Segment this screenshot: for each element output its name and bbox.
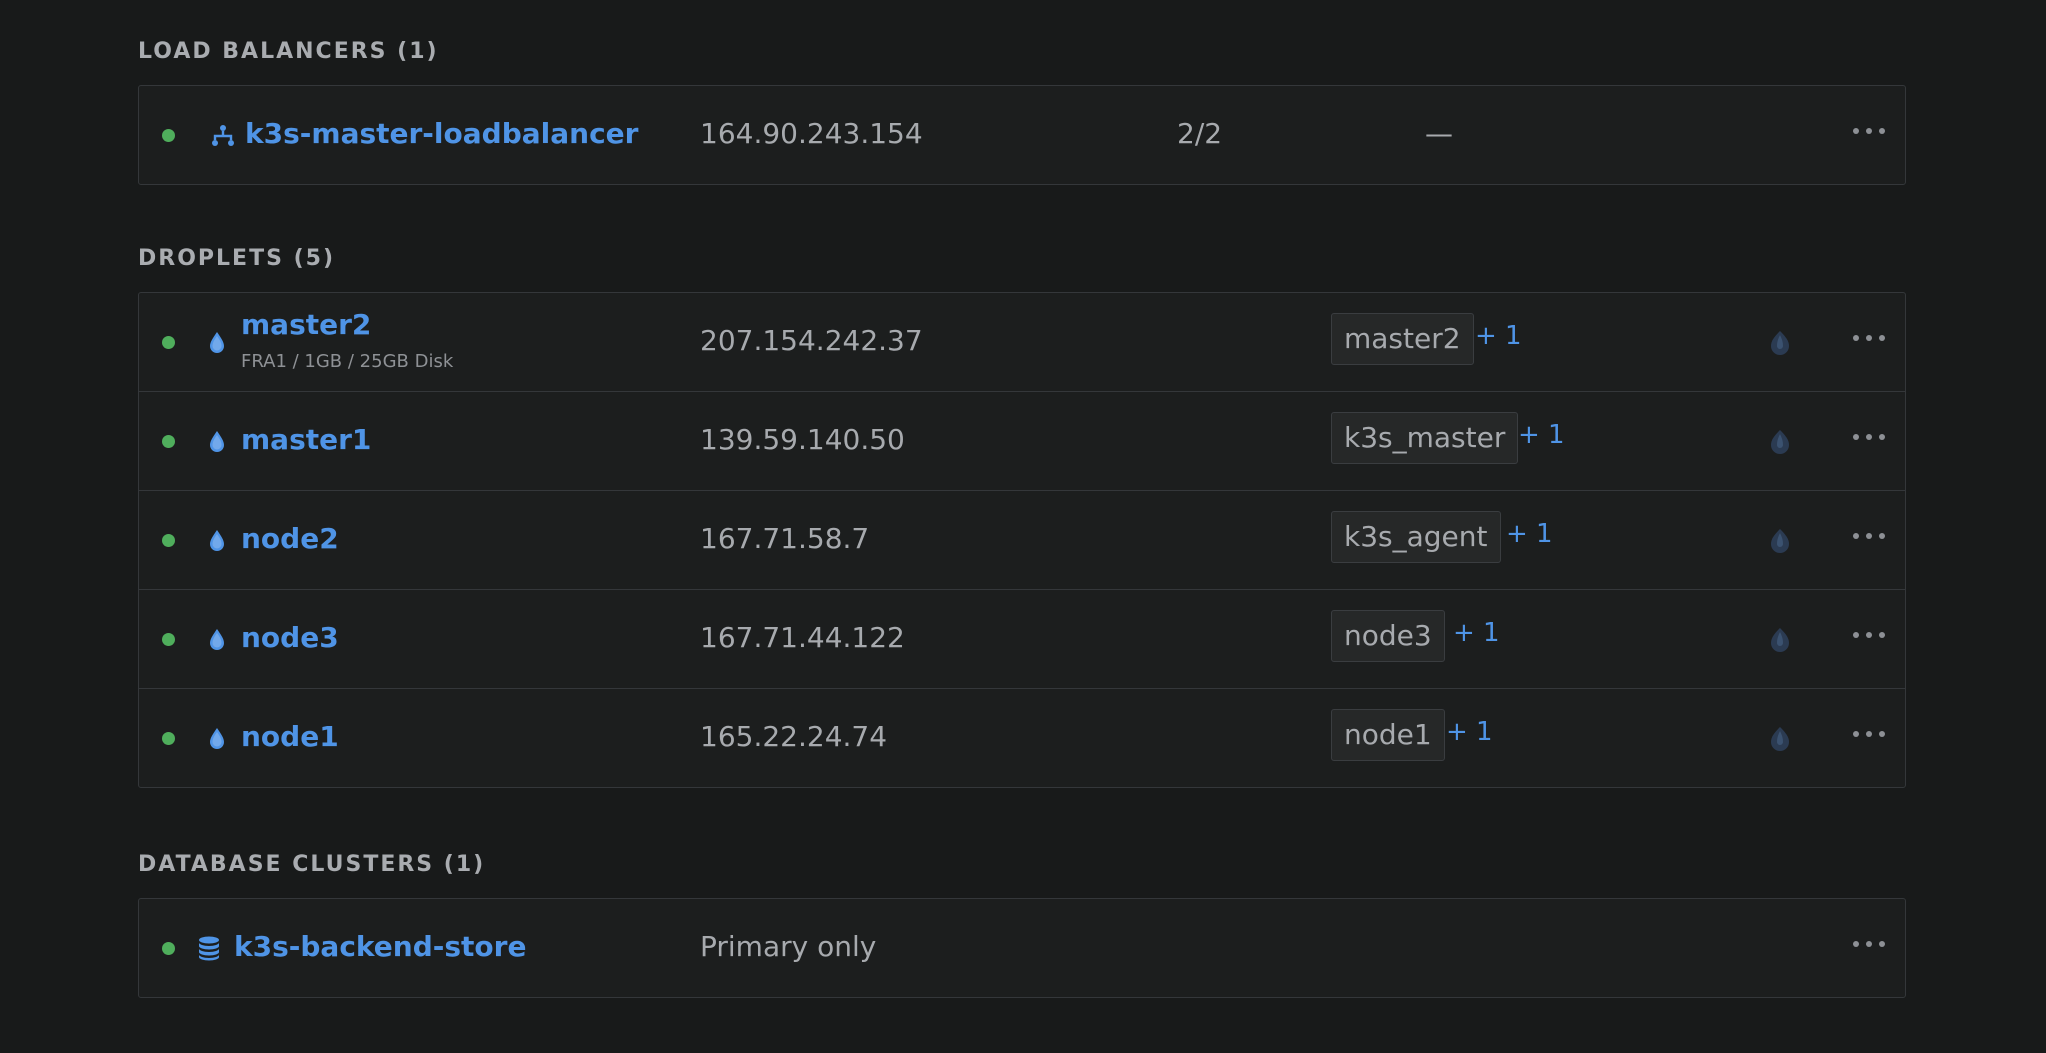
droplet-tag[interactable]: node3 [1331,610,1445,662]
more-options-icon[interactable] [1849,935,1889,955]
droplet-tag[interactable]: k3s_agent [1331,511,1501,563]
leaf-icon [1765,327,1795,357]
status-dot [162,129,175,142]
droplet-tag[interactable]: node1 [1331,709,1445,761]
droplet-ip: 167.71.44.122 [700,621,905,654]
droplet-icon [203,625,231,653]
database-cluster-row[interactable]: k3s-backend-store Primary only [139,899,1905,997]
droplets-heading: DROPLETS (5) [138,246,336,271]
leaf-icon [1765,624,1795,654]
load-balancer-empty-value: — [1425,117,1453,150]
droplet-name-link[interactable]: node2 [241,522,339,555]
droplet-tag[interactable]: master2 [1331,313,1474,365]
database-clusters-heading: DATABASE CLUSTERS (1) [138,852,486,877]
droplet-row[interactable]: master2 FRA1 / 1GB / 25GB Disk 207.154.2… [139,293,1905,392]
status-dot [162,942,175,955]
droplet-row[interactable]: node1 165.22.24.74 node1 + 1 [139,689,1905,787]
status-dot [162,633,175,646]
database-cluster-status: Primary only [700,930,877,963]
more-options-icon[interactable] [1849,329,1889,349]
droplet-specs: FRA1 / 1GB / 25GB Disk [241,351,454,372]
droplet-ip: 139.59.140.50 [700,423,905,456]
more-tags-link[interactable]: + 1 [1506,519,1553,549]
load-balancer-droplet-count: 2/2 [1177,117,1223,150]
droplet-icon [203,427,231,455]
more-options-icon[interactable] [1849,626,1889,646]
load-balancers-card: k3s-master-loadbalancer 164.90.243.154 2… [138,85,1906,185]
droplet-row[interactable]: node3 167.71.44.122 node3 + 1 [139,590,1905,689]
status-dot [162,435,175,448]
status-dot [162,732,175,745]
droplet-ip: 207.154.242.37 [700,324,923,357]
more-options-icon[interactable] [1849,122,1889,142]
database-clusters-card: k3s-backend-store Primary only [138,898,1906,998]
load-balancer-name-link[interactable]: k3s-master-loadbalancer [245,117,638,150]
more-tags-link[interactable]: + 1 [1453,618,1500,648]
droplet-name-link[interactable]: node1 [241,720,339,753]
more-tags-link[interactable]: + 1 [1475,321,1522,351]
leaf-icon [1765,525,1795,555]
droplet-row[interactable]: node2 167.71.58.7 k3s_agent + 1 [139,491,1905,590]
status-dot [162,336,175,349]
more-tags-link[interactable]: + 1 [1446,717,1493,747]
droplet-name-link[interactable]: master1 [241,423,371,456]
database-cluster-name-link[interactable]: k3s-backend-store [234,930,526,963]
droplets-card: master2 FRA1 / 1GB / 25GB Disk 207.154.2… [138,292,1906,788]
droplet-ip: 165.22.24.74 [700,720,888,753]
load-balancer-row[interactable]: k3s-master-loadbalancer 164.90.243.154 2… [139,86,1905,184]
more-options-icon[interactable] [1849,428,1889,448]
droplet-tag[interactable]: k3s_master [1331,412,1519,464]
droplet-ip: 167.71.58.7 [700,522,870,555]
droplet-icon [203,724,231,752]
leaf-icon [1765,426,1795,456]
status-dot [162,534,175,547]
load-balancer-icon [209,121,237,149]
droplet-icon [203,328,231,356]
droplet-row[interactable]: master1 139.59.140.50 k3s_master + 1 [139,392,1905,491]
load-balancer-ip: 164.90.243.154 [700,117,923,150]
droplet-name-link[interactable]: node3 [241,621,339,654]
load-balancers-heading: LOAD BALANCERS (1) [138,39,439,64]
more-tags-link[interactable]: + 1 [1518,420,1565,450]
droplet-name-link[interactable]: master2 [241,308,371,341]
more-options-icon[interactable] [1849,527,1889,547]
leaf-icon [1765,723,1795,753]
droplet-icon [203,526,231,554]
database-icon [195,934,223,962]
more-options-icon[interactable] [1849,725,1889,745]
